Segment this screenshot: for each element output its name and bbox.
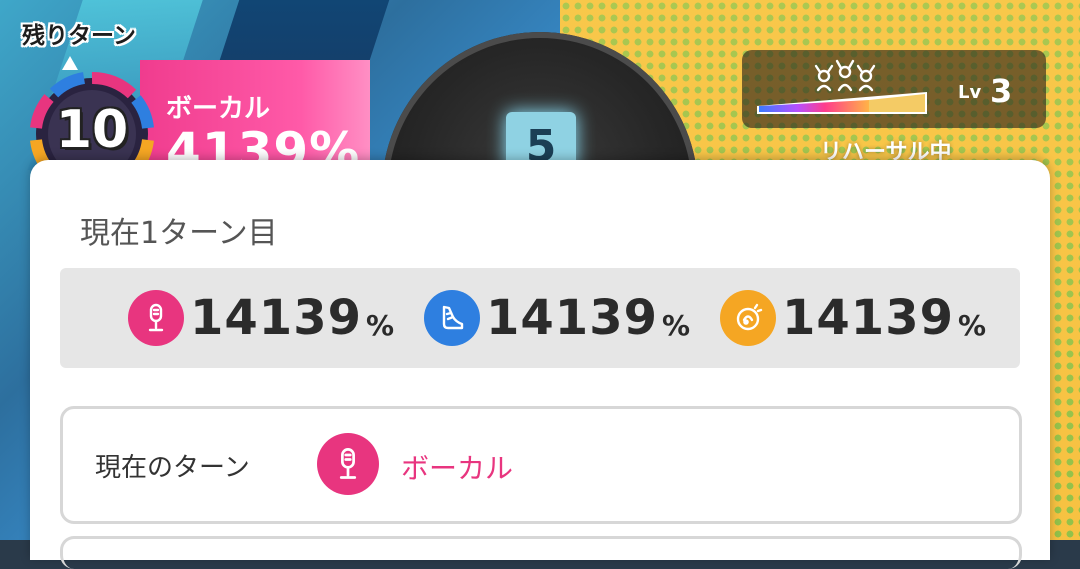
next-section-box (60, 536, 1022, 569)
microphone-icon (128, 290, 184, 346)
vocal-stat-unit: % (366, 308, 395, 342)
current-stat-label: ボーカル (166, 94, 271, 124)
level-label: Lv (958, 82, 982, 103)
vocal-stat: 14139 % (128, 290, 394, 346)
current-turn-label: 現在のターン (95, 453, 250, 483)
current-turn-value: ボーカル (401, 452, 514, 485)
dance-stat-value: 14139 (486, 290, 658, 346)
vocal-stat-value: 14139 (190, 290, 362, 346)
dance-shoe-icon (424, 290, 480, 346)
stats-bar: 14139 % 14139 % 14139 % (60, 268, 1020, 368)
remaining-turns-value: 10 (55, 100, 129, 160)
visual-sparkle-icon (720, 290, 776, 346)
microphone-icon (317, 433, 379, 495)
dance-stat: 14139 % (424, 290, 690, 346)
visual-stat-value: 14139 (782, 290, 954, 346)
crowd-cheer-icon (814, 59, 876, 92)
visual-stat-unit: % (958, 308, 987, 342)
turn-info-panel: 現在1ターン目 14139 % 14139 % 14139 % 現在のターン ボ… (30, 160, 1050, 569)
level-value: 3 (990, 72, 1013, 110)
remaining-turns-label: 残りターン (22, 23, 136, 49)
panel-title: 現在1ターン目 (80, 216, 278, 251)
visual-stat: 14139 % (720, 290, 986, 346)
dance-stat-unit: % (662, 308, 691, 342)
audience-level-gauge (757, 92, 927, 114)
current-turn-box: 現在のターン ボーカル (60, 406, 1022, 524)
